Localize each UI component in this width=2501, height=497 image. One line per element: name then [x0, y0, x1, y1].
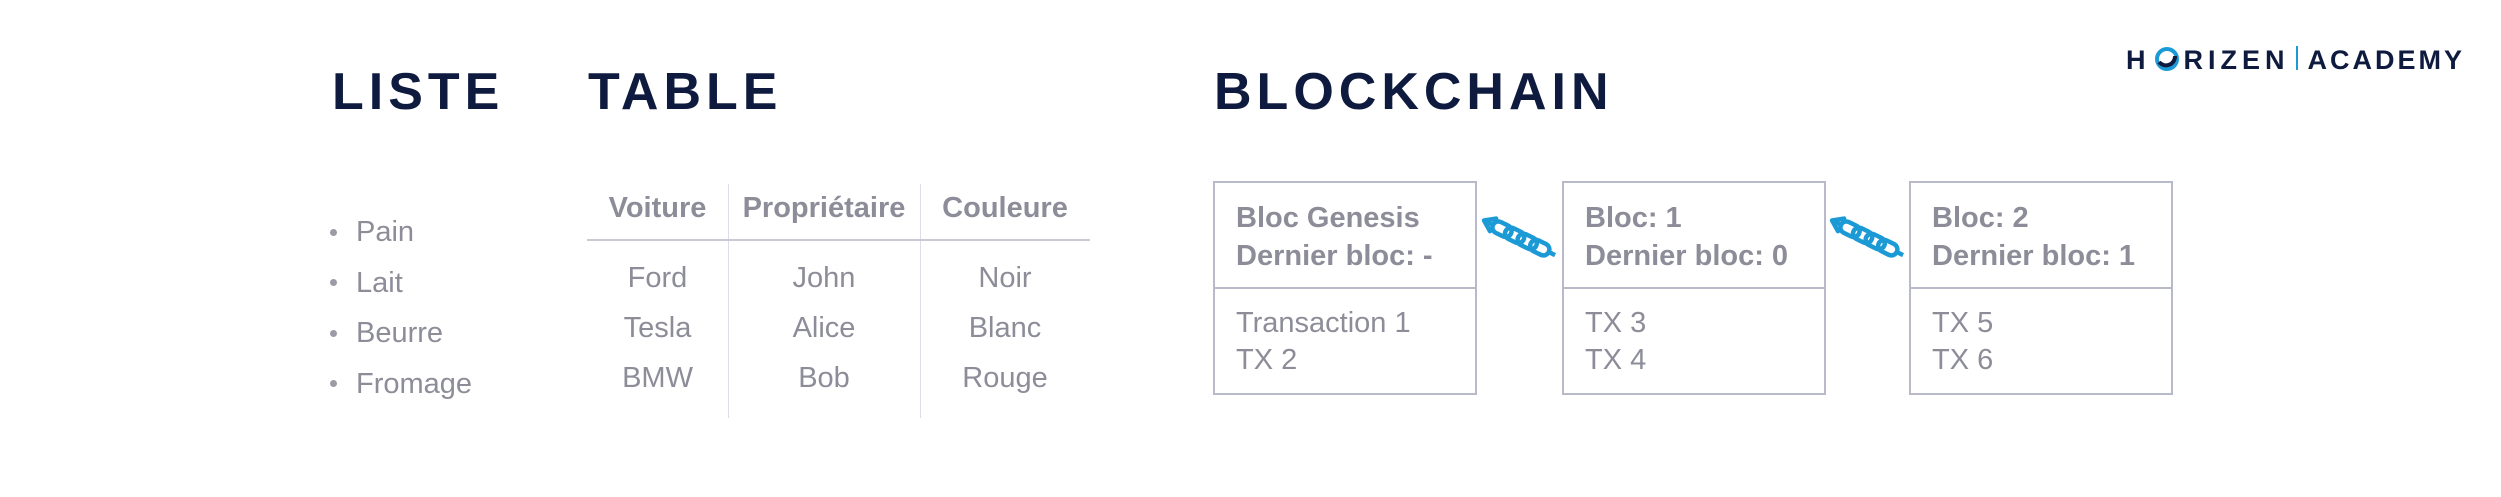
list-item-label: Pain: [356, 216, 415, 249]
logo-letter-h: H: [2126, 44, 2151, 75]
table-cell: Alice: [792, 312, 856, 344]
block-header: Bloc Genesis Dernier bloc: -: [1215, 183, 1475, 289]
chain-link-icon: [1481, 216, 1557, 258]
chain-link-icon: [1829, 216, 1905, 258]
transaction: TX 6: [1932, 344, 1994, 376]
transaction: TX 4: [1585, 344, 1647, 376]
table-cell: Rouge: [962, 362, 1048, 394]
transaction: TX 3: [1585, 307, 1647, 339]
table-cell: Tesla: [623, 312, 692, 344]
table-cell: John: [792, 262, 856, 294]
block-title: Bloc Genesis: [1236, 202, 1420, 234]
transaction: Transaction 1: [1236, 307, 1411, 339]
block-previous: Dernier bloc: 1: [1932, 240, 2136, 272]
logo-separator: [2295, 46, 2298, 70]
table-cell: Noir: [978, 262, 1032, 294]
logo-rizen: RIZEN: [2183, 44, 2290, 75]
block-header: Bloc: 2 Dernier bloc: 1: [1911, 183, 2171, 289]
block-transactions: TX 5 TX 6: [1932, 305, 1993, 379]
heading-table: TABLE: [588, 63, 783, 121]
table-cell: BMW: [622, 362, 693, 394]
heading-list: LISTE: [332, 63, 505, 121]
logo-wordmark: H RIZEN: [2126, 45, 2290, 76]
block-previous: Dernier bloc: -: [1236, 240, 1433, 272]
table-cell: Blanc: [968, 312, 1042, 344]
block-title: Bloc: 2: [1932, 202, 2029, 234]
block-previous: Dernier bloc: 0: [1585, 240, 1789, 272]
table-cell: Bob: [798, 362, 850, 394]
block-genesis: Bloc Genesis Dernier bloc: - Transaction…: [1213, 181, 1477, 395]
horizen-academy-logo: H RIZEN ACADEMY: [2126, 40, 2465, 80]
bullet-icon: [330, 228, 337, 236]
bullet-icon: [330, 279, 337, 287]
bullet-icon: [330, 380, 337, 388]
list-item: Pain: [330, 207, 472, 258]
block-transactions: TX 3 TX 4: [1585, 305, 1646, 379]
list-item-label: Lait: [356, 266, 403, 299]
transaction: TX 5: [1932, 307, 1994, 339]
column-header-proprietaire: Propriétaire: [742, 192, 906, 224]
list-item: Lait: [330, 258, 472, 309]
header-divider: [587, 239, 1090, 241]
block-title: Bloc: 1: [1585, 202, 1682, 234]
column-header-couleure: Couleure: [942, 192, 1068, 224]
table-cell: Ford: [627, 262, 688, 294]
block-transactions: Transaction 1 TX 2: [1236, 305, 1411, 379]
logo-circle-icon: [2154, 47, 2179, 72]
data-table: Voiture Propriétaire Couleure Ford John …: [587, 180, 1090, 418]
list-item: Fromage: [330, 359, 472, 410]
block-header: Bloc: 1 Dernier bloc: 0: [1564, 183, 1824, 289]
transaction: TX 2: [1236, 344, 1298, 376]
block-2: Bloc: 2 Dernier bloc: 1 TX 5 TX 6: [1909, 181, 2173, 395]
heading-blockchain: BLOCKCHAIN: [1214, 63, 1614, 121]
bullet-list: Pain Lait Beurre Fromage: [330, 207, 472, 409]
list-item-label: Beurre: [356, 317, 444, 350]
block-1: Bloc: 1 Dernier bloc: 0 TX 3 TX 4: [1562, 181, 1826, 395]
bullet-icon: [330, 329, 337, 337]
column-header-voiture: Voiture: [608, 192, 707, 224]
list-item: Beurre: [330, 308, 472, 359]
logo-academy: ACADEMY: [2307, 44, 2466, 75]
list-item-label: Fromage: [356, 367, 473, 400]
